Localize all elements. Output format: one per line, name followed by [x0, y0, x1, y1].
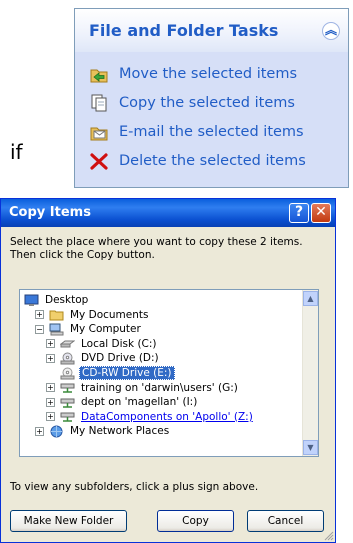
delete-icon: [89, 151, 109, 171]
scroll-down-icon[interactable]: ▼: [303, 440, 318, 455]
folder-icon: [49, 308, 64, 321]
make-new-folder-button[interactable]: Make New Folder: [10, 510, 127, 532]
dialog-instruction: Select the place where you want to copy …: [10, 236, 303, 261]
tree-item[interactable]: + My Documents: [35, 308, 150, 322]
expand-plus-icon[interactable]: +: [35, 426, 44, 436]
vertical-scrollbar[interactable]: ▲ ▼: [302, 290, 318, 456]
copy-button[interactable]: Copy: [157, 510, 234, 532]
dialog-title: Copy Items: [9, 205, 91, 220]
network-places-icon: [49, 425, 64, 438]
task-label: Copy the selected items: [119, 95, 295, 111]
help-button[interactable]: ?: [289, 203, 309, 223]
cd-drive-icon: [60, 367, 75, 380]
copy-icon: [89, 93, 109, 113]
tree-item[interactable]: + dept on 'magellan' (I:): [46, 395, 199, 409]
tree-item-label: dept on 'magellan' (I:): [81, 396, 198, 409]
copy-items-dialog: Copy Items ? ✕ Select the place where yo…: [0, 198, 336, 543]
tree-item-label: My Network Places: [70, 425, 170, 438]
dvd-drive-icon: [60, 352, 75, 365]
panel-title: File and Folder Tasks: [89, 21, 279, 40]
tree-item-label: Local Disk (C:): [81, 337, 157, 350]
tree-item[interactable]: + Local Disk (C:): [46, 337, 159, 351]
tree-item-label: My Documents: [70, 308, 149, 321]
file-folder-tasks-panel: File and Folder Tasks ︽ Move the selecte…: [74, 8, 349, 188]
tree-item[interactable]: Desktop: [24, 293, 90, 307]
collapse-minus-icon[interactable]: −: [35, 324, 44, 334]
computer-icon: [49, 323, 64, 336]
desktop-icon: [24, 294, 39, 307]
task-move[interactable]: Move the selected items: [89, 62, 297, 86]
task-copy[interactable]: Copy the selected items: [89, 91, 295, 115]
tree-item-label: DVD Drive (D:): [81, 352, 159, 365]
expand-plus-icon[interactable]: +: [46, 412, 55, 422]
expand-plus-icon[interactable]: +: [46, 383, 55, 393]
network-drive-icon: [60, 381, 75, 394]
expand-plus-icon[interactable]: +: [46, 353, 55, 363]
email-icon: [89, 122, 109, 142]
side-text: if: [10, 140, 23, 164]
tree-item[interactable]: + DataComponents on 'Apollo' (Z:): [46, 410, 255, 424]
expand-plus-icon[interactable]: +: [35, 310, 44, 320]
resize-grip-icon[interactable]: [324, 531, 334, 541]
move-icon: [89, 64, 109, 84]
task-email[interactable]: E-mail the selected items: [89, 120, 304, 144]
hard-disk-icon: [59, 337, 76, 350]
tree-item-label: training on 'darwin\users' (G:): [81, 381, 238, 394]
task-delete[interactable]: Delete the selected items: [89, 149, 306, 173]
scroll-up-icon[interactable]: ▲: [303, 291, 318, 306]
tree-item-label: CD-RW Drive (E:): [79, 366, 175, 380]
folder-tree[interactable]: Desktop + My Documents − My Computer + Local D…: [19, 289, 319, 457]
tree-item[interactable]: + My Network Places: [35, 424, 171, 438]
task-label: E-mail the selected items: [119, 124, 304, 140]
cancel-button[interactable]: Cancel: [247, 510, 324, 532]
tree-item[interactable]: − My Computer: [35, 322, 143, 336]
subfolder-hint: To view any subfolders, click a plus sig…: [10, 481, 259, 493]
collapse-chevron-icon[interactable]: ︽: [322, 22, 340, 40]
task-label: Move the selected items: [119, 66, 298, 82]
tree-item-label: DataComponents on 'Apollo' (Z:): [81, 410, 253, 423]
close-button[interactable]: ✕: [311, 203, 331, 223]
task-label: Delete the selected items: [119, 153, 306, 169]
panel-header[interactable]: File and Folder Tasks ︽: [75, 9, 348, 52]
tree-item[interactable]: + training on 'darwin\users' (G:): [46, 381, 240, 395]
tree-item[interactable]: + DVD Drive (D:): [46, 351, 161, 365]
expand-plus-icon[interactable]: +: [46, 397, 55, 407]
tree-item-label: Desktop: [45, 294, 89, 306]
tree-item-label: My Computer: [70, 323, 141, 336]
network-drive-icon: [60, 410, 75, 423]
tree-item[interactable]: CD-RW Drive (E:): [46, 366, 175, 380]
expand-plus-icon[interactable]: +: [46, 339, 55, 349]
network-drive-icon: [60, 396, 75, 409]
dialog-titlebar[interactable]: Copy Items ? ✕: [1, 199, 335, 227]
